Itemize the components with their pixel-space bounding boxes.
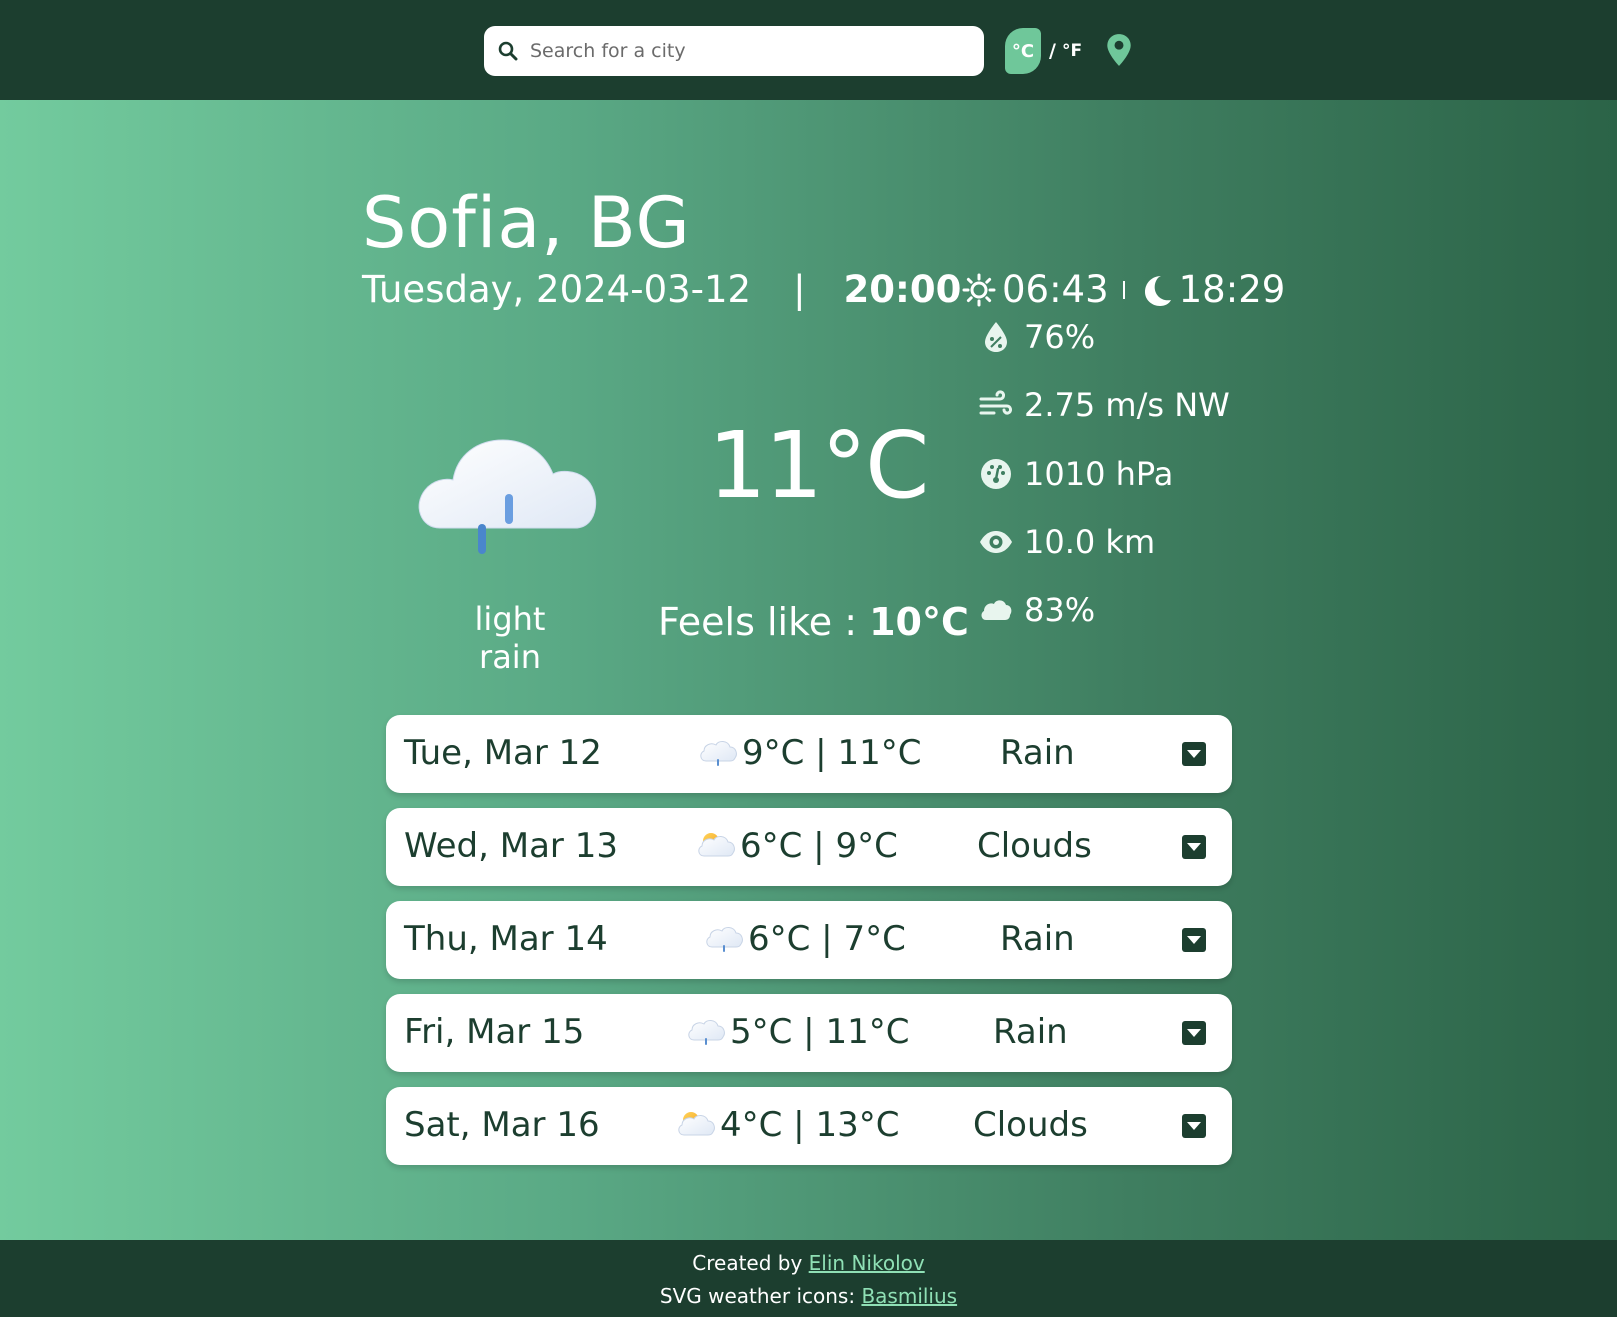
forecast-condition: Clouds [977,826,1092,866]
footer-credit: Created by Elin Nikolov [0,1251,1617,1275]
created-by-label: Created by [692,1251,809,1275]
main-panel: Sofia, BG Tuesday, 2024-03-12 | 20:00 06… [0,100,1617,1240]
icons-credit-label: SVG weather icons: [659,1284,862,1308]
unit-separator: / [1049,40,1056,62]
forecast-temp-range: 9°C | 11°C [742,733,922,773]
sun-icon [962,273,996,306]
expand-chevron-icon[interactable] [1182,1021,1206,1045]
forecast-day: Fri, Mar 15 [404,1012,585,1052]
forecast-temps: 5°C | 11°C [686,1012,909,1052]
forecast-day: Wed, Mar 13 [404,826,618,866]
fahrenheit-option[interactable]: °F [1062,41,1082,61]
feels-like-value: 10°C [869,600,969,644]
forecast-row[interactable]: Wed, Mar 13 6°C | 9°C Clouds [386,808,1232,886]
forecast-temps: 4°C | 13°C [676,1105,899,1145]
pressure-value: 1010 hPa [1024,455,1174,493]
city-name: Sofia, BG [362,182,691,264]
forecast-day: Sat, Mar 16 [404,1105,600,1145]
humidity-icon [985,322,1007,352]
forecast-condition: Clouds [973,1105,1088,1145]
expand-chevron-icon[interactable] [1182,835,1206,859]
cloud-rain-icon [706,927,743,952]
visibility-value: 10.0 km [1024,523,1156,561]
footer-icons-credit: SVG weather icons: Basmilius [0,1284,1617,1308]
forecast-day: Tue, Mar 12 [404,733,602,773]
forecast-row[interactable]: Sat, Mar 16 4°C | 13°C Clouds [386,1087,1232,1165]
forecast-temps: 6°C | 9°C [696,826,898,866]
current-temperature: 11°C [708,412,929,519]
current-date: Tuesday, 2024-03-12 [362,268,752,311]
search-input[interactable] [530,40,970,62]
feels-like: Feels like : 10°C [658,600,969,644]
weather-description: light rain [474,600,546,676]
moon-icon [1144,275,1171,306]
forecast-row[interactable]: Thu, Mar 14 6°C | 7°C Rain [386,901,1232,979]
icons-author-link[interactable]: Basmilius [861,1284,957,1308]
feels-like-label: Feels like : [658,600,870,644]
light-rain-icon [418,439,597,554]
pressure-row: 1010 hPa [978,455,1173,493]
expand-chevron-icon[interactable] [1182,1114,1206,1138]
search-icon [498,41,518,61]
wind-icon [979,390,1012,415]
forecast-row[interactable]: Tue, Mar 12 9°C | 11°C Rain [386,715,1232,793]
location-pin-icon[interactable] [1106,33,1132,67]
author-link[interactable]: Elin Nikolov [809,1251,925,1275]
wind-row: 2.75 m/s NW [978,386,1230,424]
wind-value: 2.75 m/s NW [1024,386,1230,424]
forecast-condition: Rain [1000,919,1075,959]
sun-times: 06:43 18:29 [962,268,1285,311]
partly-cloudy-icon [698,833,735,857]
cloud-rain-icon [700,741,737,766]
forecast-temp-range: 5°C | 11°C [730,1012,910,1052]
forecast-condition: Rain [1000,733,1075,773]
cloudiness-row: 83% [978,591,1095,629]
celsius-option[interactable]: °C [1005,28,1041,74]
forecast-temps: 6°C | 7°C [704,919,906,959]
date-time-line: Tuesday, 2024-03-12 | 20:00 [362,268,961,311]
forecast-temp-range: 6°C | 9°C [740,826,898,866]
footer: Created by Elin Nikolov SVG weather icon… [0,1240,1617,1317]
pressure-icon [981,459,1011,489]
sunrise-time: 06:43 [1002,268,1109,311]
expand-chevron-icon[interactable] [1182,928,1206,952]
visibility-icon [980,531,1012,553]
partly-cloudy-icon [678,1112,715,1136]
cloudiness-value: 83% [1024,591,1096,629]
top-bar: °C / °F [0,0,1617,100]
cloud-rain-icon [688,1020,725,1045]
date-time-separator: | [793,268,806,311]
sun-separator [1122,280,1125,299]
forecast-row[interactable]: Fri, Mar 15 5°C | 11°C Rain [386,994,1232,1072]
sunset-time: 18:29 [1178,268,1286,311]
current-time: 20:00 [843,268,962,311]
humidity-row: 76% [978,318,1095,356]
cloudiness-icon [981,600,1012,620]
forecast-condition: Rain [993,1012,1068,1052]
forecast-day: Thu, Mar 14 [404,919,608,959]
visibility-row: 10.0 km [978,523,1155,561]
forecast-temp-range: 4°C | 13°C [720,1105,900,1145]
forecast-temps: 9°C | 11°C [698,733,921,773]
expand-chevron-icon[interactable] [1182,742,1206,766]
search-box[interactable] [484,26,984,76]
humidity-value: 76% [1024,318,1096,356]
unit-toggle[interactable]: °C / °F [1005,28,1082,74]
forecast-temp-range: 6°C | 7°C [748,919,906,959]
